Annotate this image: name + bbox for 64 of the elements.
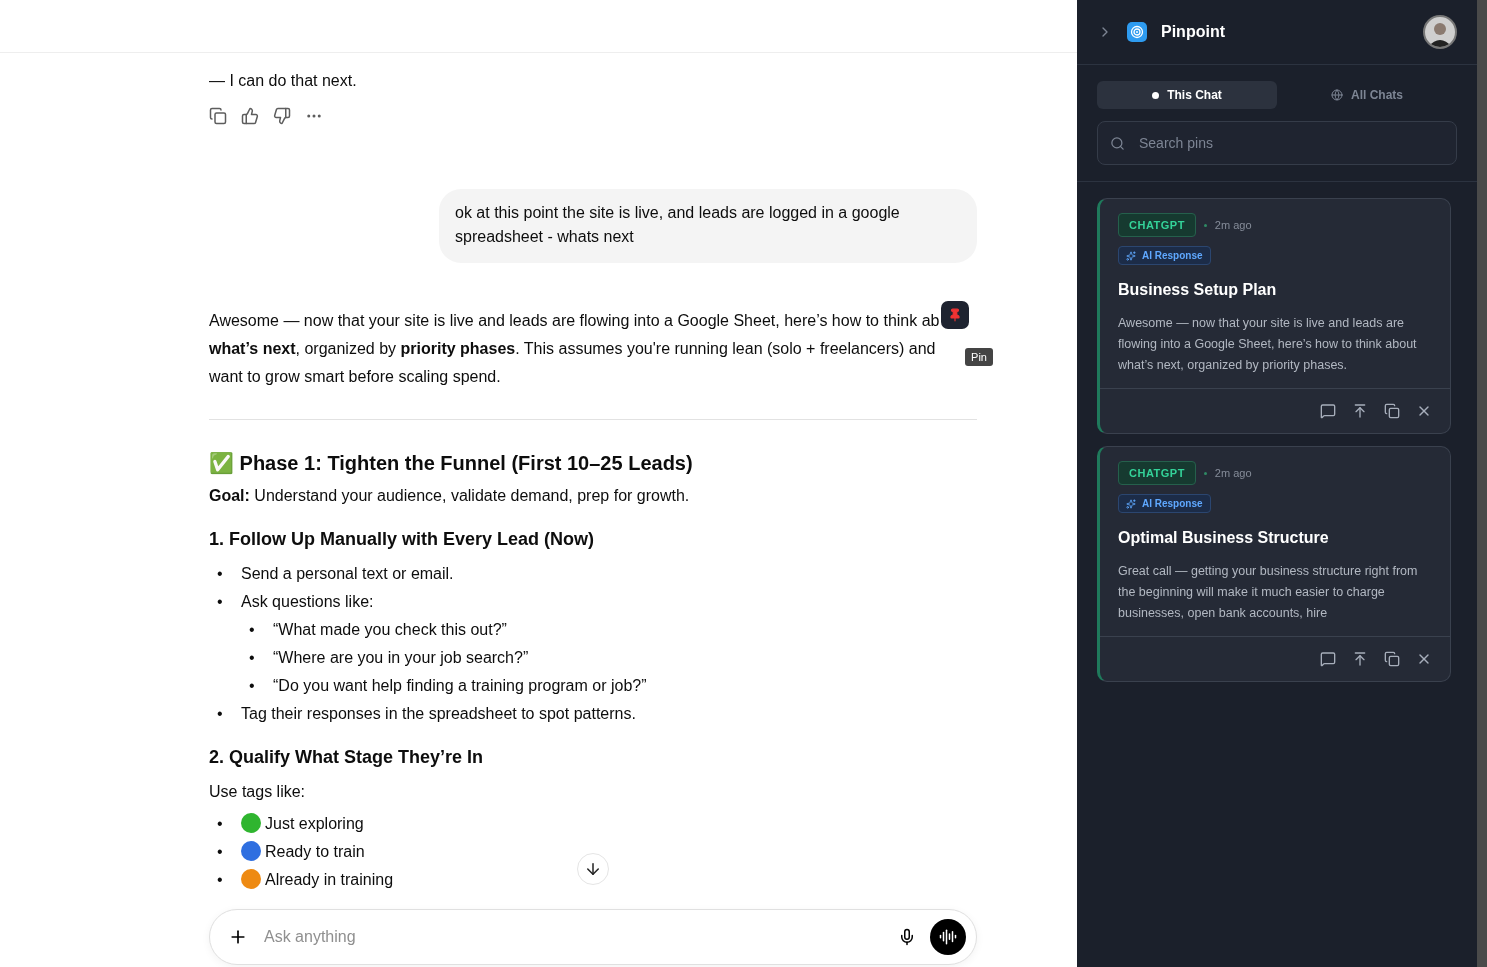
pin-icon xyxy=(948,308,962,322)
logo-icon xyxy=(1127,22,1147,42)
subheading: 1. Follow Up Manually with Every Lead (Now) xyxy=(209,528,596,551)
list-item: “Where are you in your job search?” xyxy=(273,649,529,666)
body-text: Use tags like: xyxy=(209,782,307,802)
jump-to-icon[interactable] xyxy=(1352,651,1368,667)
timestamp: 2m ago xyxy=(1214,467,1252,479)
list-item: Ask questions like: xyxy=(241,593,374,610)
list-item: Send a personal text or email. xyxy=(241,565,454,582)
tooltip: Pin xyxy=(965,348,993,366)
list-item: Tag their responses in the spreadsheet to spot patterns. xyxy=(241,705,636,722)
app-title: Pinpoint xyxy=(1161,23,1226,41)
search-box[interactable]: Search pins xyxy=(1097,121,1457,165)
section-heading: ✅ Phase 1: Tighten the Funnel (First 10–25 Leads) xyxy=(209,451,694,476)
source-badge: CHATGPT xyxy=(1118,213,1196,237)
scroll-down-button[interactable] xyxy=(577,853,609,885)
list-item: “Do you want help finding a training program or job?” xyxy=(273,677,647,694)
thumbs-down-icon[interactable] xyxy=(273,107,293,127)
scrollbar[interactable] xyxy=(1477,0,1487,967)
subheading: 2. Qualify What Stage They’re In xyxy=(209,746,485,769)
type-badge: AI Response xyxy=(1118,494,1211,513)
copy-icon[interactable] xyxy=(1384,403,1400,419)
bullet-marker: • xyxy=(217,842,224,862)
assistant-paragraph: Awesome — now that your site is live and leads are flowing into a Google Sheet, here’s how to think ab what’s next, organized by priority phases. This assumes you're running lean (solo + freelancers) and want to grow smart before scaling spend. xyxy=(209,311,941,387)
message-composer[interactable]: Ask anything xyxy=(209,909,977,965)
list-item: “What made you check this out?” xyxy=(273,621,507,638)
list-item: Ready to train xyxy=(265,843,365,860)
pin-button[interactable] xyxy=(941,301,969,329)
voice-button[interactable] xyxy=(930,919,966,955)
user-message: ok at this point the site is live, and leads are logged in a google spreadsheet - whats next xyxy=(439,189,977,263)
microphone-icon[interactable] xyxy=(898,928,916,946)
bullet-marker: • xyxy=(217,592,224,612)
bullet-marker: • xyxy=(217,564,224,584)
tab[interactable]: This Chat xyxy=(1097,81,1277,109)
bullet-marker: • xyxy=(217,870,224,890)
pin-preview: Great call — getting your business structure right from the beginning will make it much easier to charge businesses, open bank accounts, hire xyxy=(1118,563,1419,622)
comment-icon[interactable] xyxy=(1320,403,1336,419)
copy-icon[interactable] xyxy=(209,107,229,127)
bullet-marker: • xyxy=(217,814,224,834)
copy-icon[interactable] xyxy=(1384,651,1400,667)
waveform-icon xyxy=(939,928,957,946)
timestamp: 2m ago xyxy=(1214,219,1252,231)
goal-text: Goal: Understand your audience, validate demand, prep for growth. xyxy=(209,486,691,506)
pin-title: Business Setup Plan xyxy=(1118,281,1277,299)
search-icon xyxy=(1110,135,1125,151)
list-item: Just exploring xyxy=(265,815,364,832)
jump-to-icon[interactable] xyxy=(1352,403,1368,419)
avatar[interactable] xyxy=(1423,15,1457,49)
assistant-text: — I can do that next. xyxy=(209,71,358,91)
bullet-marker: • xyxy=(249,620,256,640)
comment-icon[interactable] xyxy=(1320,651,1336,667)
tab[interactable]: All Chats xyxy=(1277,81,1457,109)
thumbs-up-icon[interactable] xyxy=(241,107,261,127)
bullet-marker: • xyxy=(249,676,256,696)
arrow-down-icon xyxy=(584,860,602,878)
pin-title: Optimal Business Structure xyxy=(1118,529,1329,547)
source-badge: CHATGPT xyxy=(1118,461,1196,485)
globe-icon xyxy=(1331,89,1343,101)
list-item: Already in training xyxy=(265,871,394,888)
pin-preview: Awesome — now that your site is live and leads are flowing into a Google Sheet, here’s how to think about what’s next, organized by priority phases. xyxy=(1118,315,1418,374)
type-badge: AI Response xyxy=(1118,246,1211,265)
bullet-marker: • xyxy=(217,704,224,724)
bullet-marker: • xyxy=(249,648,256,668)
search-field[interactable]: Search pins xyxy=(1137,134,1444,152)
